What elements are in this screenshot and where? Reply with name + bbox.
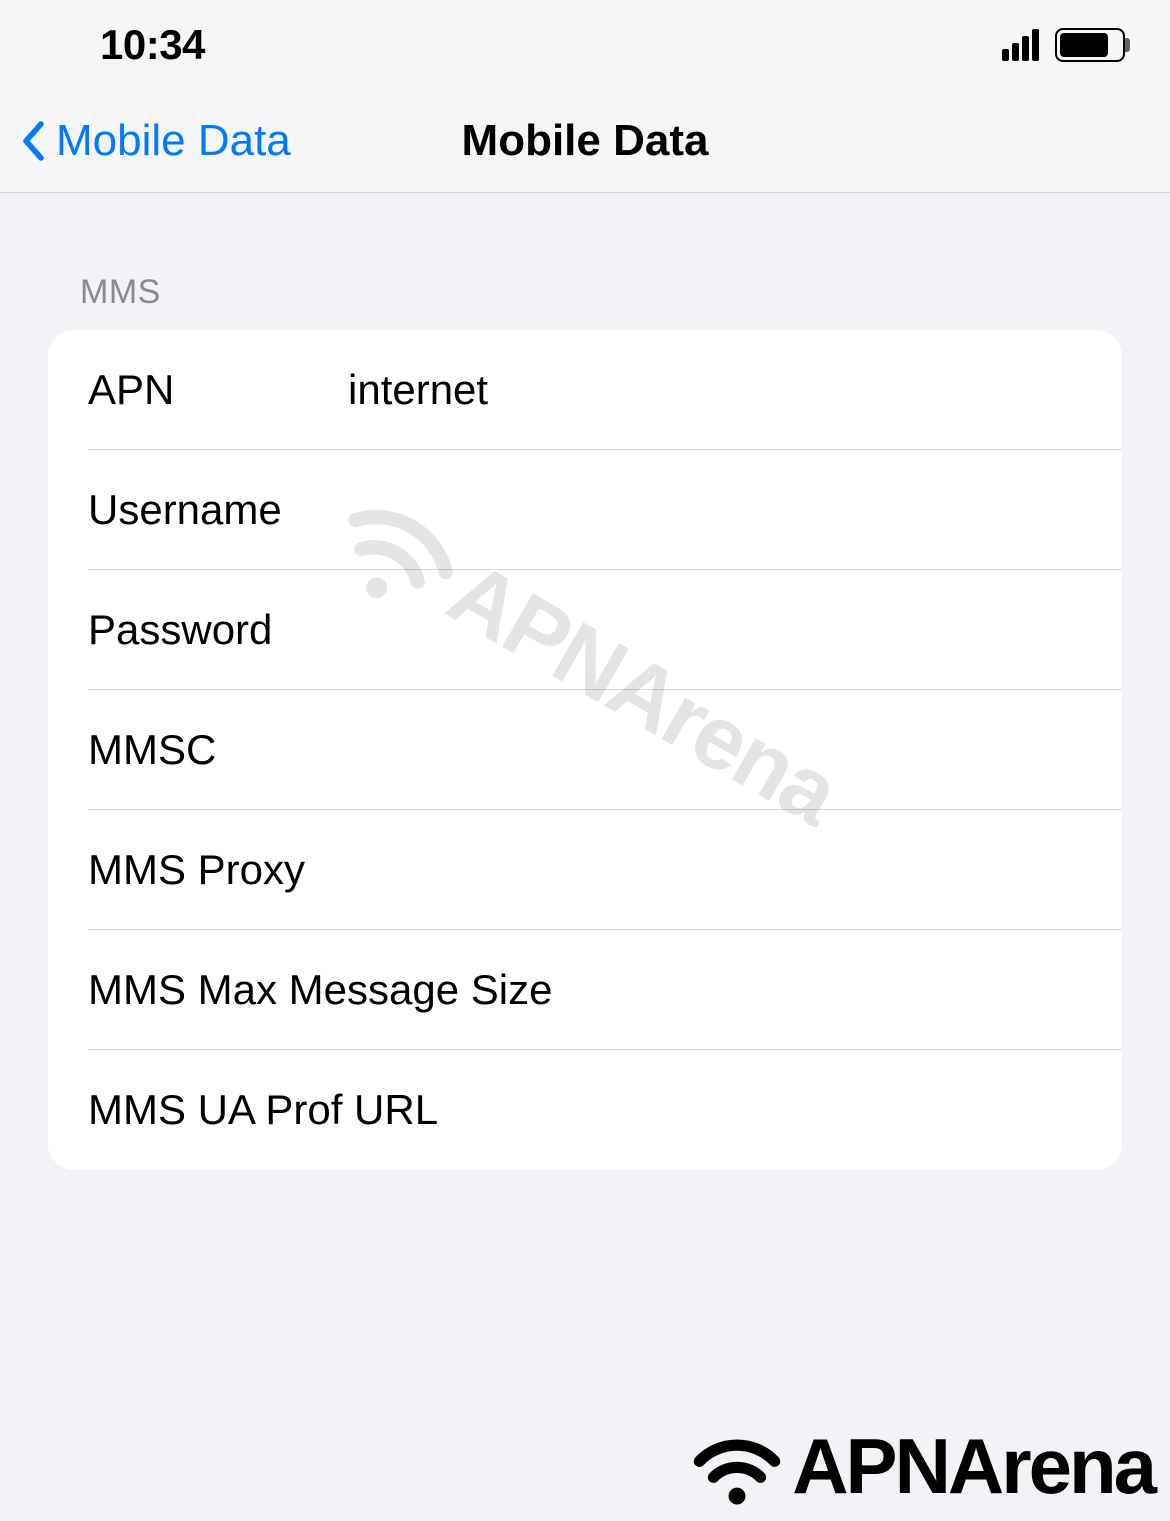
wifi-icon — [690, 1419, 784, 1513]
watermark-bottom: APNArena — [690, 1419, 1154, 1513]
input-mmsc[interactable] — [348, 726, 1122, 774]
input-mms-proxy[interactable] — [305, 846, 1122, 894]
status-time: 10:34 — [100, 21, 205, 69]
label-username: Username — [88, 486, 348, 534]
row-mms-ua-prof-url[interactable]: MMS UA Prof URL — [48, 1050, 1122, 1170]
row-password[interactable]: Password — [48, 570, 1122, 690]
back-button[interactable]: Mobile Data — [22, 116, 291, 166]
mms-settings-group: APN Username Password MMSC MMS Proxy MMS… — [48, 330, 1122, 1170]
row-apn[interactable]: APN — [48, 330, 1122, 450]
label-mms-proxy: MMS Proxy — [88, 846, 305, 894]
row-username[interactable]: Username — [48, 450, 1122, 570]
input-username[interactable] — [348, 486, 1122, 534]
navigation-bar: Mobile Data Mobile Data — [0, 90, 1170, 193]
label-password: Password — [88, 606, 348, 654]
label-mms-max-message-size: MMS Max Message Size — [88, 966, 552, 1014]
section-header-mms: MMS — [48, 273, 1122, 330]
battery-icon — [1055, 28, 1125, 62]
page-title: Mobile Data — [462, 116, 709, 166]
status-indicators — [1002, 28, 1125, 62]
watermark-text-bottom: APNArena — [792, 1421, 1154, 1512]
label-apn: APN — [88, 366, 348, 414]
content-area: MMS APN Username Password MMSC MMS Proxy… — [0, 193, 1170, 1170]
row-mmsc[interactable]: MMSC — [48, 690, 1122, 810]
cellular-signal-icon — [1002, 29, 1039, 61]
row-mms-proxy[interactable]: MMS Proxy — [48, 810, 1122, 930]
input-mms-ua-prof-url[interactable] — [438, 1086, 1122, 1134]
back-label: Mobile Data — [56, 116, 291, 166]
label-mmsc: MMSC — [88, 726, 348, 774]
label-mms-ua-prof-url: MMS UA Prof URL — [88, 1086, 438, 1134]
input-mms-max-message-size[interactable] — [552, 966, 1122, 1014]
status-bar: 10:34 — [0, 0, 1170, 90]
input-apn[interactable] — [348, 366, 1122, 414]
chevron-left-icon — [22, 121, 44, 161]
row-mms-max-message-size[interactable]: MMS Max Message Size — [48, 930, 1122, 1050]
input-password[interactable] — [348, 606, 1122, 654]
